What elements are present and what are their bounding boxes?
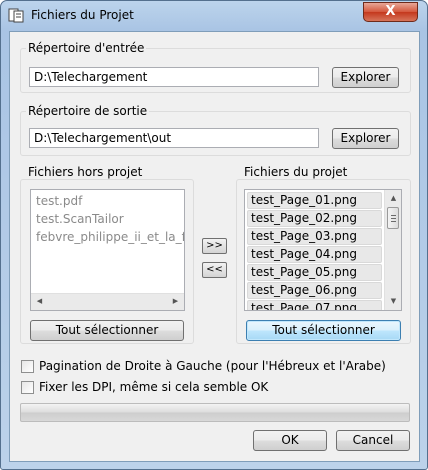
scroll-up-icon[interactable]: ▲ bbox=[385, 190, 401, 207]
fix-dpi-label[interactable]: Fixer les DPI, même si cela semble OK bbox=[39, 380, 268, 394]
in-project-select-all-button[interactable]: Tout sélectionner bbox=[246, 320, 401, 341]
input-directory-label: Répertoire d'entrée bbox=[26, 41, 147, 55]
list-item[interactable]: test_Page_06.png bbox=[247, 282, 382, 299]
close-icon: X bbox=[385, 4, 396, 19]
off-project-select-all-button[interactable]: Tout sélectionner bbox=[30, 320, 184, 341]
dialog-client-area: Répertoire d'entrée D:\Telechargement Ex… bbox=[9, 31, 420, 462]
scroll-left-icon[interactable]: ◀ bbox=[31, 293, 48, 310]
off-project-hscrollbar[interactable]: ◀ ▶ bbox=[31, 293, 184, 310]
dialog-window: Fichiers du Projet X Répertoire d'entrée… bbox=[0, 0, 428, 470]
input-browse-button[interactable]: Explorer bbox=[332, 67, 399, 88]
remove-from-project-button[interactable]: << bbox=[202, 262, 227, 278]
list-item[interactable]: test_Page_01.png bbox=[247, 192, 382, 209]
list-item[interactable]: test_Page_03.png bbox=[247, 228, 382, 245]
close-button[interactable]: X bbox=[363, 2, 418, 22]
rtl-pagination-label[interactable]: Pagination de Droite à Gauche (pour l'Hé… bbox=[39, 359, 386, 373]
grip-icon bbox=[391, 215, 396, 216]
grip-icon bbox=[391, 221, 396, 222]
scrollbar-thumb[interactable] bbox=[387, 207, 399, 229]
ok-button[interactable]: OK bbox=[253, 430, 327, 451]
fix-dpi-checkbox[interactable] bbox=[21, 381, 34, 394]
progress-bar bbox=[20, 403, 410, 422]
off-project-label: Fichiers hors projet bbox=[26, 165, 145, 179]
output-directory-label: Répertoire de sortie bbox=[26, 104, 150, 118]
output-directory-field[interactable]: D:\Telechargement\out bbox=[29, 128, 319, 148]
grip-icon bbox=[391, 218, 396, 219]
list-item[interactable]: test_Page_07.png bbox=[247, 300, 382, 310]
add-to-project-button[interactable]: >> bbox=[202, 238, 227, 254]
list-item[interactable]: test.ScanTailor bbox=[33, 211, 124, 228]
scroll-right-icon[interactable]: ▶ bbox=[167, 293, 184, 310]
title-bar: Fichiers du Projet X bbox=[1, 1, 427, 31]
in-project-label: Fichiers du projet bbox=[242, 165, 350, 179]
window-title: Fichiers du Projet bbox=[31, 8, 134, 22]
list-item[interactable]: test_Page_02.png bbox=[247, 210, 382, 227]
cancel-button[interactable]: Cancel bbox=[336, 430, 410, 451]
off-project-list[interactable]: test.pdf test.ScanTailor febvre_philippe… bbox=[30, 189, 185, 311]
rtl-pagination-checkbox[interactable] bbox=[21, 360, 34, 373]
list-item[interactable]: test_Page_04.png bbox=[247, 246, 382, 263]
input-directory-field[interactable]: D:\Telechargement bbox=[29, 67, 319, 87]
list-item[interactable]: test.pdf bbox=[33, 193, 82, 210]
in-project-vscrollbar[interactable]: ▲ ▼ bbox=[384, 190, 401, 310]
list-item[interactable]: febvre_philippe_ii_et_la_franc bbox=[33, 229, 184, 246]
scroll-down-icon[interactable]: ▼ bbox=[385, 293, 401, 310]
list-item[interactable]: test_Page_05.png bbox=[247, 264, 382, 281]
app-icon bbox=[8, 8, 24, 23]
output-browse-button[interactable]: Explorer bbox=[332, 128, 399, 149]
in-project-list[interactable]: test_Page_01.png test_Page_02.png test_P… bbox=[244, 189, 402, 311]
